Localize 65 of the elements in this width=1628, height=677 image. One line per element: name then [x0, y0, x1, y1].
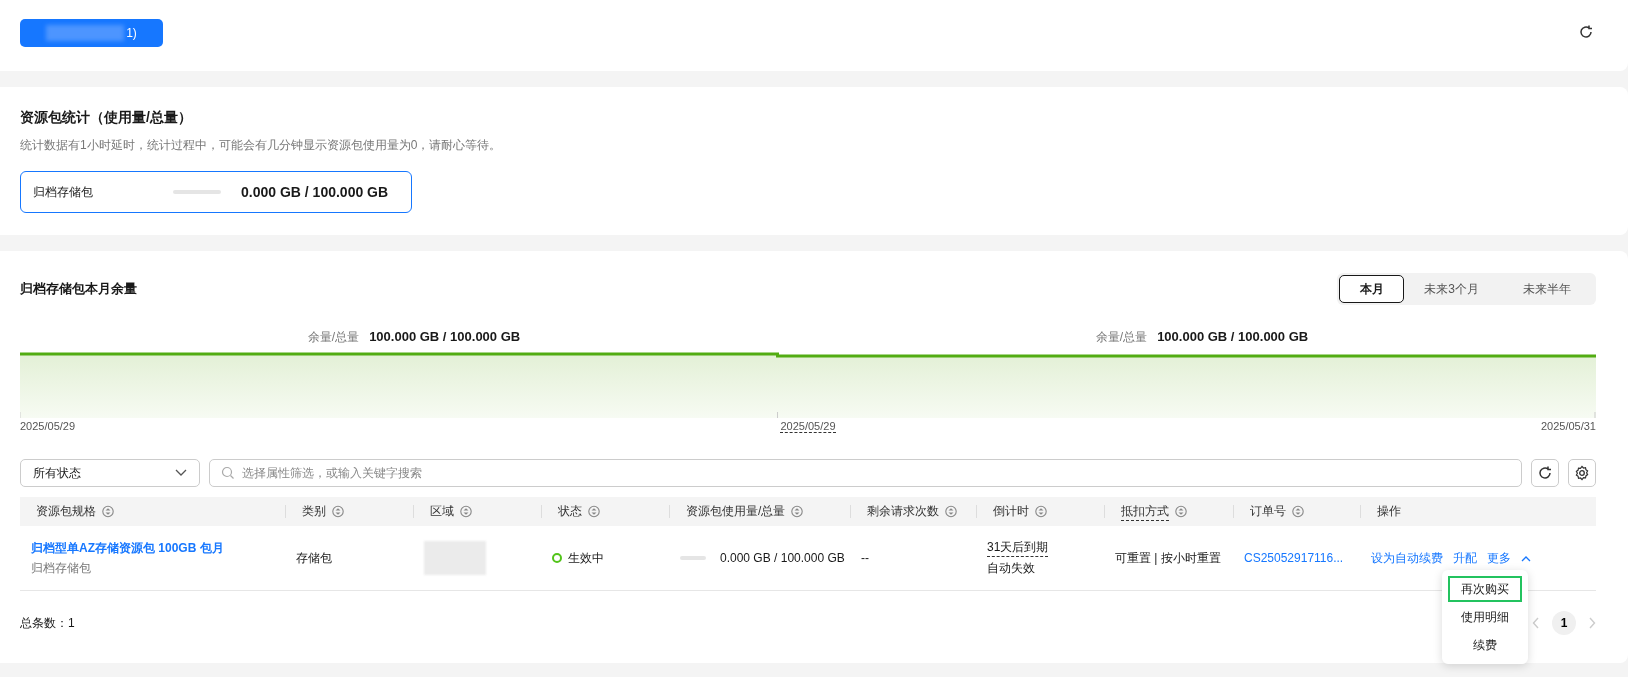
countdown-text: 31天后到期	[987, 539, 1049, 557]
sort-icon[interactable]	[102, 505, 114, 518]
column-header: 状态	[558, 503, 582, 520]
refresh-button[interactable]	[1531, 459, 1559, 487]
axis-label: 2025/05/29	[20, 420, 76, 433]
chevron-up-icon	[1521, 554, 1531, 562]
table-cell: --	[861, 551, 869, 565]
sort-icon[interactable]	[945, 505, 957, 518]
usage-reading: 0.000 GB / 100.000 GB	[241, 184, 389, 200]
period-tab[interactable]: 未来半年	[1499, 275, 1594, 303]
table-cell: 可重置 | 按小时重置	[1115, 549, 1221, 567]
section-title: 资源包统计（使用量/总量）	[20, 109, 193, 127]
action-link[interactable]: 更多	[1487, 549, 1511, 567]
sort-icon[interactable]	[460, 505, 472, 518]
axis-label: 2025/05/29	[780, 420, 836, 433]
menu-item[interactable]: 使用明细	[1448, 604, 1522, 630]
package-link[interactable]: 归档型单AZ存储资源包 100GB 包月	[31, 539, 224, 557]
chevron-left-icon[interactable]	[1532, 617, 1540, 629]
table-cell: 存储包	[296, 549, 332, 567]
package-name: 归档存储包	[33, 183, 94, 201]
chevron-down-icon	[175, 469, 187, 477]
table-cell: 0.000 GB / 100.000 GB	[720, 551, 845, 565]
chevron-right-icon[interactable]	[1588, 617, 1596, 629]
sort-icon[interactable]	[791, 505, 804, 518]
section-note: 统计数据有1小时延时，统计过程中，可能会有几分钟显示资源包使用量为0，请耐心等待。	[20, 137, 503, 154]
segment-value: 100.000 GB / 100.000 GB	[1157, 329, 1309, 344]
column-header: 倒计时	[993, 503, 1029, 520]
column-header: 操作	[1377, 503, 1401, 520]
period-tab[interactable]: 本月	[1339, 275, 1404, 303]
primary-button[interactable]: 1)	[20, 18, 163, 47]
segment-caption: 余量/总量	[307, 329, 360, 346]
status-text: 生效中	[568, 549, 604, 567]
page-button[interactable]: 1	[1552, 611, 1576, 635]
total-count: 总条数：1	[20, 614, 75, 632]
column-header: 资源包规格	[36, 503, 96, 520]
segment-caption: 余量/总量	[1095, 329, 1148, 346]
sort-icon[interactable]	[1175, 505, 1187, 518]
action-link[interactable]: 升配	[1453, 549, 1477, 567]
search-field[interactable]: 选择属性筛选，或输入关键字搜索	[209, 459, 1522, 487]
menu-item[interactable]: 续费	[1448, 632, 1522, 658]
menu-item[interactable]: 再次购买	[1448, 576, 1522, 602]
table-cell: 自动失效	[987, 560, 1035, 577]
search-icon	[221, 466, 235, 480]
refresh-icon[interactable]	[1578, 23, 1594, 40]
sort-icon[interactable]	[588, 505, 600, 518]
settings-icon	[1574, 465, 1590, 481]
sort-icon[interactable]	[332, 505, 344, 518]
column-header: 区域	[430, 503, 454, 520]
column-header: 抵扣方式	[1121, 502, 1169, 521]
order-link[interactable]: CS25052917116...	[1244, 551, 1344, 565]
action-link[interactable]: 设为自动续费	[1371, 549, 1443, 567]
axis-label: 2025/05/31	[1540, 420, 1596, 433]
column-header: 类别	[302, 503, 326, 520]
column-header: 剩余请求次数	[867, 503, 939, 520]
status-select[interactable]: 所有状态	[20, 459, 200, 487]
period-tab[interactable]: 未来3个月	[1404, 275, 1499, 303]
sort-icon[interactable]	[1035, 505, 1047, 518]
section-title: 归档存储包本月余量	[20, 280, 137, 298]
package-type: 归档存储包	[31, 559, 91, 577]
column-header: 资源包使用量/总量	[686, 503, 786, 520]
settings-button[interactable]	[1568, 459, 1596, 487]
column-header: 订单号	[1250, 503, 1286, 520]
refresh-icon	[1537, 465, 1553, 481]
segment-value: 100.000 GB / 100.000 GB	[369, 329, 521, 344]
sort-icon[interactable]	[1292, 505, 1304, 518]
